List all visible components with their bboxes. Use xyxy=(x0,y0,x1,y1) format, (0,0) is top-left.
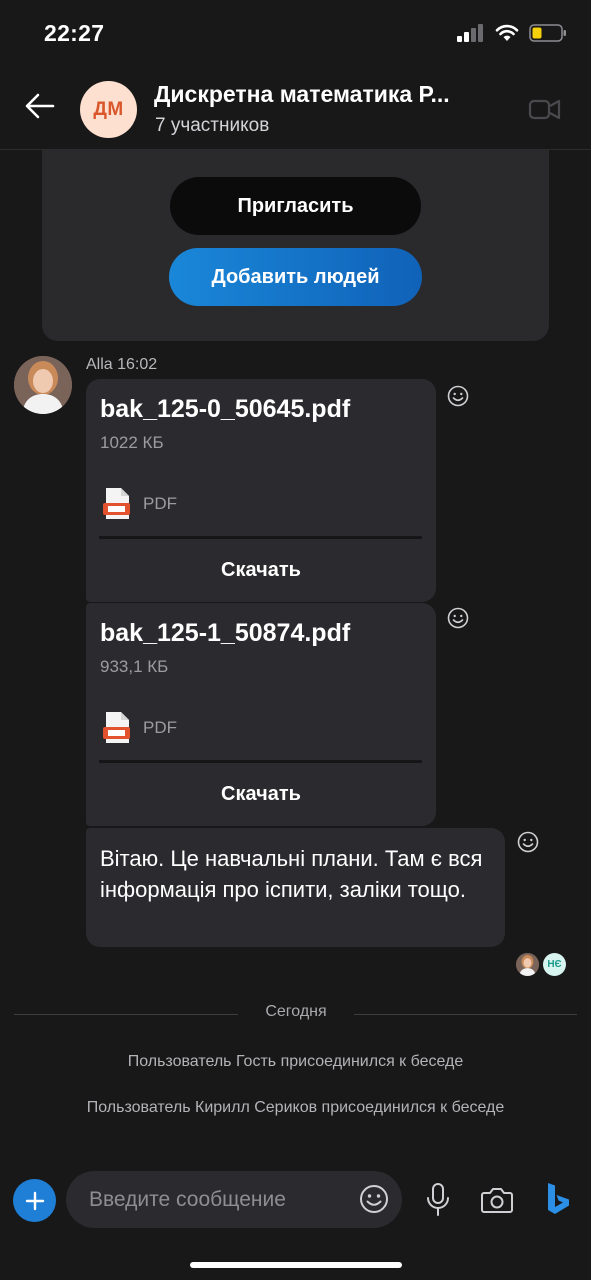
invite-card: Пригласить Добавить людей xyxy=(42,150,549,341)
read-receipts: НЄ xyxy=(516,953,566,976)
emoji-icon[interactable] xyxy=(359,1184,389,1214)
chat-header: ДМ Дискретна математика Р... 7 участнико… xyxy=(0,70,591,150)
file-type: PDF xyxy=(143,494,177,513)
day-label: Сегодня xyxy=(265,1003,327,1020)
home-indicator xyxy=(190,1262,402,1268)
divider xyxy=(354,1014,577,1015)
message-bubble[interactable]: Вітаю. Це навчальні плани. Там є вся інф… xyxy=(86,828,505,947)
sender-avatar[interactable] xyxy=(14,356,72,414)
plus-icon xyxy=(25,1191,44,1210)
message-input[interactable] xyxy=(66,1171,402,1228)
file-attachment[interactable]: bak_125-0_50645.pdf 1022 КБ PDF Скачать xyxy=(86,379,436,602)
receipt-avatar xyxy=(516,953,539,976)
system-message: Пользователь Кирилл Сериков присоединилс… xyxy=(86,1099,505,1116)
avatar-photo xyxy=(14,356,72,414)
cellular-signal-icon xyxy=(457,24,483,42)
avatar-photo xyxy=(516,953,539,976)
receipt-initials: НЄ xyxy=(543,953,566,976)
battery-icon xyxy=(529,24,566,42)
file-name: bak_125-0_50645.pdf xyxy=(100,395,351,423)
file-type: PDF xyxy=(143,718,177,737)
message-composer xyxy=(0,1166,591,1236)
arrow-left-icon xyxy=(25,93,55,119)
chat-avatar[interactable]: ДМ xyxy=(80,81,137,138)
status-time: 22:27 xyxy=(44,20,105,46)
file-size: 933,1 КБ xyxy=(100,657,169,676)
wifi-icon xyxy=(495,24,519,41)
bing-icon[interactable] xyxy=(546,1182,572,1218)
status-bar: 22:27 xyxy=(0,0,591,70)
file-size: 1022 КБ xyxy=(100,433,164,452)
smiley-icon[interactable] xyxy=(517,831,539,853)
file-attachment[interactable]: bak_125-1_50874.pdf 933,1 КБ PDF Скачать xyxy=(86,603,436,826)
download-button[interactable]: Скачать xyxy=(86,763,436,825)
smiley-icon[interactable] xyxy=(447,385,469,407)
microphone-icon[interactable] xyxy=(426,1183,450,1217)
chat-title[interactable]: Дискретна математика Р... xyxy=(154,81,484,108)
divider xyxy=(14,1014,238,1015)
smiley-icon[interactable] xyxy=(447,607,469,629)
status-icons xyxy=(457,24,567,42)
add-people-button[interactable]: Добавить людей xyxy=(169,248,422,306)
back-button[interactable] xyxy=(22,88,58,124)
sender-name-time: Alla 16:02 xyxy=(86,356,158,373)
camera-icon[interactable] xyxy=(481,1186,513,1214)
day-separator: Сегодня xyxy=(14,1003,577,1025)
download-button[interactable]: Скачать xyxy=(86,539,436,601)
participants-count[interactable]: 7 участников xyxy=(155,115,269,137)
add-attachment-button[interactable] xyxy=(13,1179,56,1222)
system-message: Пользователь Гость присоединился к бесед… xyxy=(127,1053,464,1070)
video-camera-icon xyxy=(528,99,561,120)
video-call-button[interactable] xyxy=(528,94,562,124)
pdf-file-icon xyxy=(103,712,130,743)
pdf-file-icon xyxy=(103,488,130,519)
invite-button[interactable]: Пригласить xyxy=(170,177,421,235)
file-name: bak_125-1_50874.pdf xyxy=(100,619,351,647)
